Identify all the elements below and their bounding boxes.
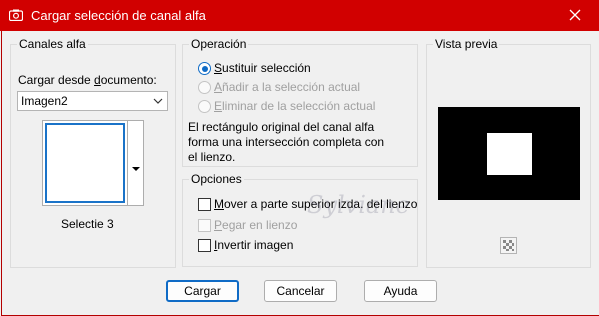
radio-anadir-label: Añadir a la selección actual bbox=[214, 80, 361, 94]
close-button[interactable] bbox=[553, 0, 599, 31]
title-bar: Cargar selección de canal alfa bbox=[0, 0, 599, 31]
group-title-opciones: Opciones bbox=[189, 172, 244, 186]
group-title-canales-alfa: Canales alfa bbox=[17, 37, 88, 51]
triangle-down-icon bbox=[132, 167, 140, 171]
camera-icon bbox=[9, 9, 23, 21]
channel-dropdown-button[interactable] bbox=[128, 120, 144, 206]
watermark: Sylviane bbox=[307, 191, 410, 219]
channel-name: Selectie 3 bbox=[61, 217, 114, 231]
window-title: Cargar selección de canal alfa bbox=[31, 8, 206, 23]
close-icon bbox=[569, 9, 581, 21]
group-title-operacion: Operación bbox=[189, 37, 249, 51]
group-title-vista-previa: Vista previa bbox=[433, 37, 500, 51]
checkbox-pegar bbox=[198, 219, 211, 232]
load-from-document-label: Cargar desde documento: bbox=[18, 73, 157, 87]
operation-info-text: El rectángulo original del canal alfa fo… bbox=[188, 120, 385, 164]
checkerboard-icon bbox=[503, 240, 514, 251]
ayuda-button[interactable]: Ayuda bbox=[364, 280, 437, 302]
radio-sustituir-label[interactable]: Sustituir selección bbox=[214, 61, 311, 75]
document-select[interactable]: Imagen2 bbox=[17, 91, 168, 111]
checkbox-invertir[interactable] bbox=[198, 239, 211, 252]
channel-thumbnail-selection bbox=[45, 123, 125, 203]
preview-selection bbox=[487, 133, 532, 175]
radio-eliminar-label: Eliminar de la selección actual bbox=[214, 99, 376, 113]
dialog-body: Canales alfa Cargar desde documento: Ima… bbox=[1, 31, 599, 316]
radio-sustituir[interactable] bbox=[198, 62, 211, 75]
channel-thumbnail[interactable] bbox=[42, 120, 128, 206]
radio-anadir bbox=[198, 81, 211, 94]
radio-eliminar bbox=[198, 100, 211, 113]
checkbox-invertir-label[interactable]: Invertir imagen bbox=[214, 238, 293, 252]
chevron-down-icon bbox=[153, 98, 163, 104]
document-select-value: Imagen2 bbox=[21, 94, 68, 108]
checkbox-pegar-label: Pegar en lienzo bbox=[214, 218, 298, 232]
checkerboard-button[interactable] bbox=[500, 237, 517, 254]
cargar-button[interactable]: Cargar bbox=[166, 280, 239, 302]
cancelar-button[interactable]: Cancelar bbox=[264, 280, 337, 302]
checkbox-mover[interactable] bbox=[198, 198, 211, 211]
